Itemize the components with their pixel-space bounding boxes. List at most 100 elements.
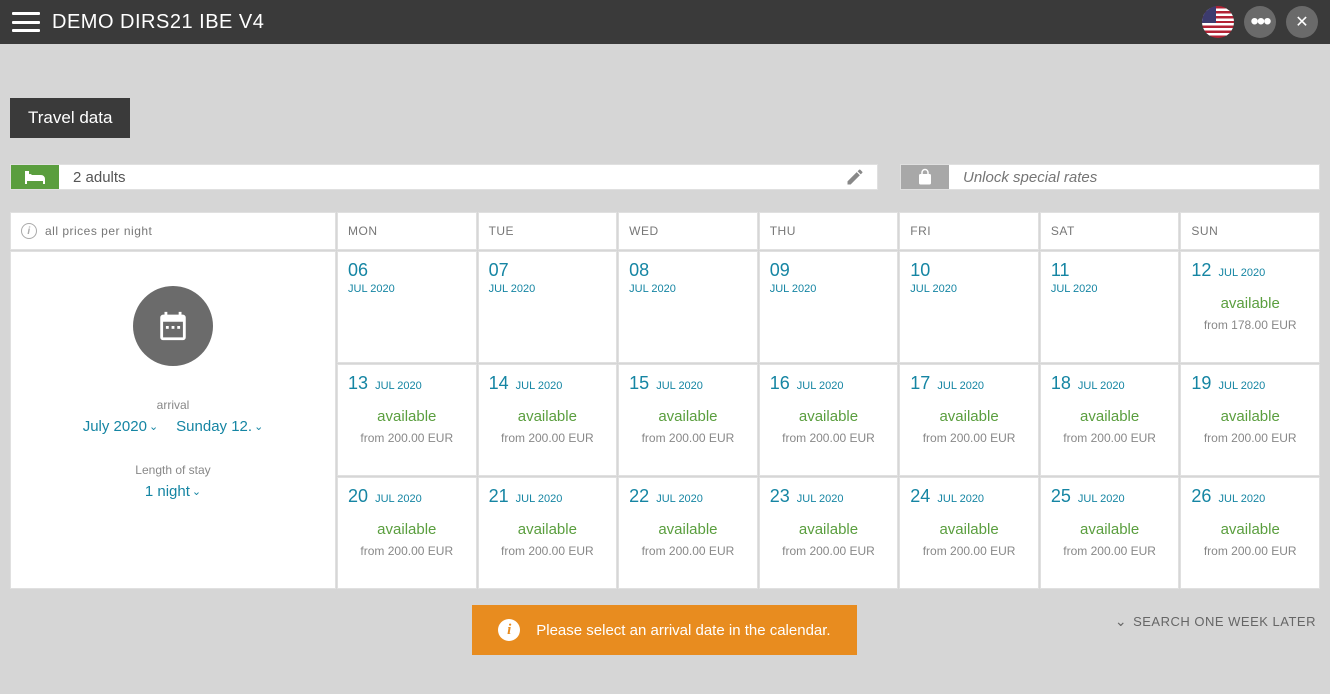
price-label: from 178.00 EUR <box>1191 318 1309 332</box>
cell-month: JUL 2020 <box>348 283 466 295</box>
calendar-cell[interactable]: 18 JUL 2020availablefrom 200.00 EUR <box>1040 364 1180 476</box>
day-header: FRI <box>899 212 1039 250</box>
cell-date: 21 JUL 2020 <box>489 486 607 507</box>
price-label: from 200.00 EUR <box>910 544 1028 558</box>
chevron-down-icon: ⌄ <box>149 420 158 433</box>
arrival-panel: arrivalJuly 2020 ⌄Sunday 12. ⌄Length of … <box>10 251 336 589</box>
price-label: from 200.00 EUR <box>629 431 747 445</box>
toast-message: i Please select an arrival date in the c… <box>472 605 856 655</box>
availability-label: available <box>489 408 607 425</box>
calendar-cell[interactable]: 20 JUL 2020 available from 200.00 EUR <box>337 477 477 589</box>
close-icon: ✕ <box>1295 12 1308 32</box>
cell-month: JUL 2020 <box>629 283 747 295</box>
cell-date: 11 <box>1051 260 1169 281</box>
cell-month: JUL 2020 <box>770 283 888 295</box>
day-select[interactable]: Sunday 12. ⌄ <box>176 418 263 435</box>
menu-icon[interactable] <box>12 12 40 32</box>
calendar-cell[interactable]: 10 JUL 2020 <box>899 251 1039 363</box>
cell-date: 18 JUL 2020 <box>1051 373 1169 394</box>
close-button[interactable]: ✕ <box>1286 6 1318 38</box>
availability-label: available <box>910 521 1028 538</box>
price-note: i all prices per night <box>10 212 336 250</box>
cell-date: 07 <box>489 260 607 281</box>
bed-icon <box>23 165 47 189</box>
availability-label: available <box>629 521 747 538</box>
calendar-cell[interactable]: 11JUL 2020 <box>1040 251 1180 363</box>
cell-date: 22 JUL 2020 <box>629 486 747 507</box>
unlock-input[interactable] <box>963 169 1305 186</box>
day-header: WED <box>618 212 758 250</box>
search-later-button[interactable]: ⌄ SEARCH ONE WEEK LATER <box>1115 613 1316 630</box>
calendar-cell[interactable]: 22 JUL 2020 available from 200.00 EUR <box>618 477 758 589</box>
length-select[interactable]: 1 night ⌄ <box>145 483 201 500</box>
availability-label: available <box>770 408 888 425</box>
availability-label: available <box>1191 295 1309 312</box>
availability-label: available <box>1051 521 1169 538</box>
cell-date: 20 JUL 2020 <box>348 486 466 507</box>
cell-date: 13 JUL 2020 <box>348 373 466 394</box>
calendar-cell[interactable]: 24 JUL 2020availablefrom 200.00 EUR <box>899 477 1039 589</box>
price-note-text: all prices per night <box>45 224 152 238</box>
price-label: from 200.00 EUR <box>770 431 888 445</box>
price-label: from 200.00 EUR <box>629 544 747 558</box>
calendar-cell[interactable]: 19 JUL 2020availablefrom 200.00 EUR <box>1180 364 1320 476</box>
month-select[interactable]: July 2020 ⌄ <box>83 418 158 435</box>
cell-date: 23 JUL 2020 <box>770 486 888 507</box>
toast-text: Please select an arrival date in the cal… <box>536 622 830 639</box>
search-later-label: SEARCH ONE WEEK LATER <box>1133 614 1316 629</box>
calendar-cell[interactable]: 23 JUL 2020availablefrom 200.00 EUR <box>759 477 899 589</box>
lock-badge <box>901 165 949 189</box>
calendar-cell[interactable]: 16 JUL 2020 available from 200.00 EUR <box>759 364 899 476</box>
more-button[interactable]: ••• <box>1244 6 1276 38</box>
calendar-cell[interactable]: 07JUL 2020 <box>478 251 618 363</box>
app-header: DEMO DIRS21 IBE V4 ••• ✕ <box>0 0 1330 44</box>
calendar-cell[interactable]: 06 JUL 2020 <box>337 251 477 363</box>
cell-date: 16 JUL 2020 <box>770 373 888 394</box>
price-label: from 200.00 EUR <box>770 544 888 558</box>
flag-us-icon[interactable] <box>1202 6 1234 38</box>
cell-date: 12 JUL 2020 <box>1191 260 1309 281</box>
guests-label: 2 adults <box>59 165 833 189</box>
day-header: THU <box>759 212 899 250</box>
availability-label: available <box>629 408 747 425</box>
availability-label: available <box>910 408 1028 425</box>
price-label: from 200.00 EUR <box>910 431 1028 445</box>
calendar-cell[interactable]: 21 JUL 2020availablefrom 200.00 EUR <box>478 477 618 589</box>
availability-label: available <box>348 408 466 425</box>
calendar-cell[interactable]: 25 JUL 2020availablefrom 200.00 EUR <box>1040 477 1180 589</box>
cell-date: 09 <box>770 260 888 281</box>
info-icon: i <box>21 223 37 239</box>
availability-label: available <box>1191 521 1309 538</box>
calendar-cell[interactable]: 26 JUL 2020availablefrom 200.00 EUR <box>1180 477 1320 589</box>
info-icon: i <box>498 619 520 641</box>
price-label: from 200.00 EUR <box>348 544 466 558</box>
calendar-cell[interactable]: 08JUL 2020 <box>618 251 758 363</box>
cell-date: 15 JUL 2020 <box>629 373 747 394</box>
availability-label: available <box>489 521 607 538</box>
calendar-cell[interactable]: 14 JUL 2020availablefrom 200.00 EUR <box>478 364 618 476</box>
cell-month: JUL 2020 <box>910 283 1028 295</box>
calendar-cell[interactable]: 15 JUL 2020 available from 200.00 EUR <box>618 364 758 476</box>
availability-label: available <box>348 521 466 538</box>
price-label: from 200.00 EUR <box>1051 544 1169 558</box>
calendar-cell[interactable]: 09 JUL 2020 <box>759 251 899 363</box>
chevron-down-icon: ⌄ <box>192 485 201 498</box>
header-right: ••• ✕ <box>1202 6 1318 38</box>
length-label: Length of stay <box>135 463 210 477</box>
day-header: TUE <box>478 212 618 250</box>
cell-date: 14 JUL 2020 <box>489 373 607 394</box>
cell-date: 10 <box>910 260 1028 281</box>
chevron-down-icon: ⌄ <box>1115 613 1127 630</box>
calendar-cell[interactable]: 12 JUL 2020 available from 178.00 EUR <box>1180 251 1320 363</box>
edit-guests-button[interactable] <box>833 165 877 189</box>
cell-date: 26 JUL 2020 <box>1191 486 1309 507</box>
calendar-cell[interactable]: 13 JUL 2020availablefrom 200.00 EUR <box>337 364 477 476</box>
day-header: SUN <box>1180 212 1320 250</box>
cell-date: 19 JUL 2020 <box>1191 373 1309 394</box>
guests-selector[interactable]: 2 adults <box>10 164 878 190</box>
day-header: MON <box>337 212 477 250</box>
unlock-rates[interactable] <box>900 164 1320 190</box>
tab-travel-data[interactable]: Travel data <box>10 98 130 138</box>
cell-date: 06 <box>348 260 466 281</box>
calendar-cell[interactable]: 17 JUL 2020availablefrom 200.00 EUR <box>899 364 1039 476</box>
